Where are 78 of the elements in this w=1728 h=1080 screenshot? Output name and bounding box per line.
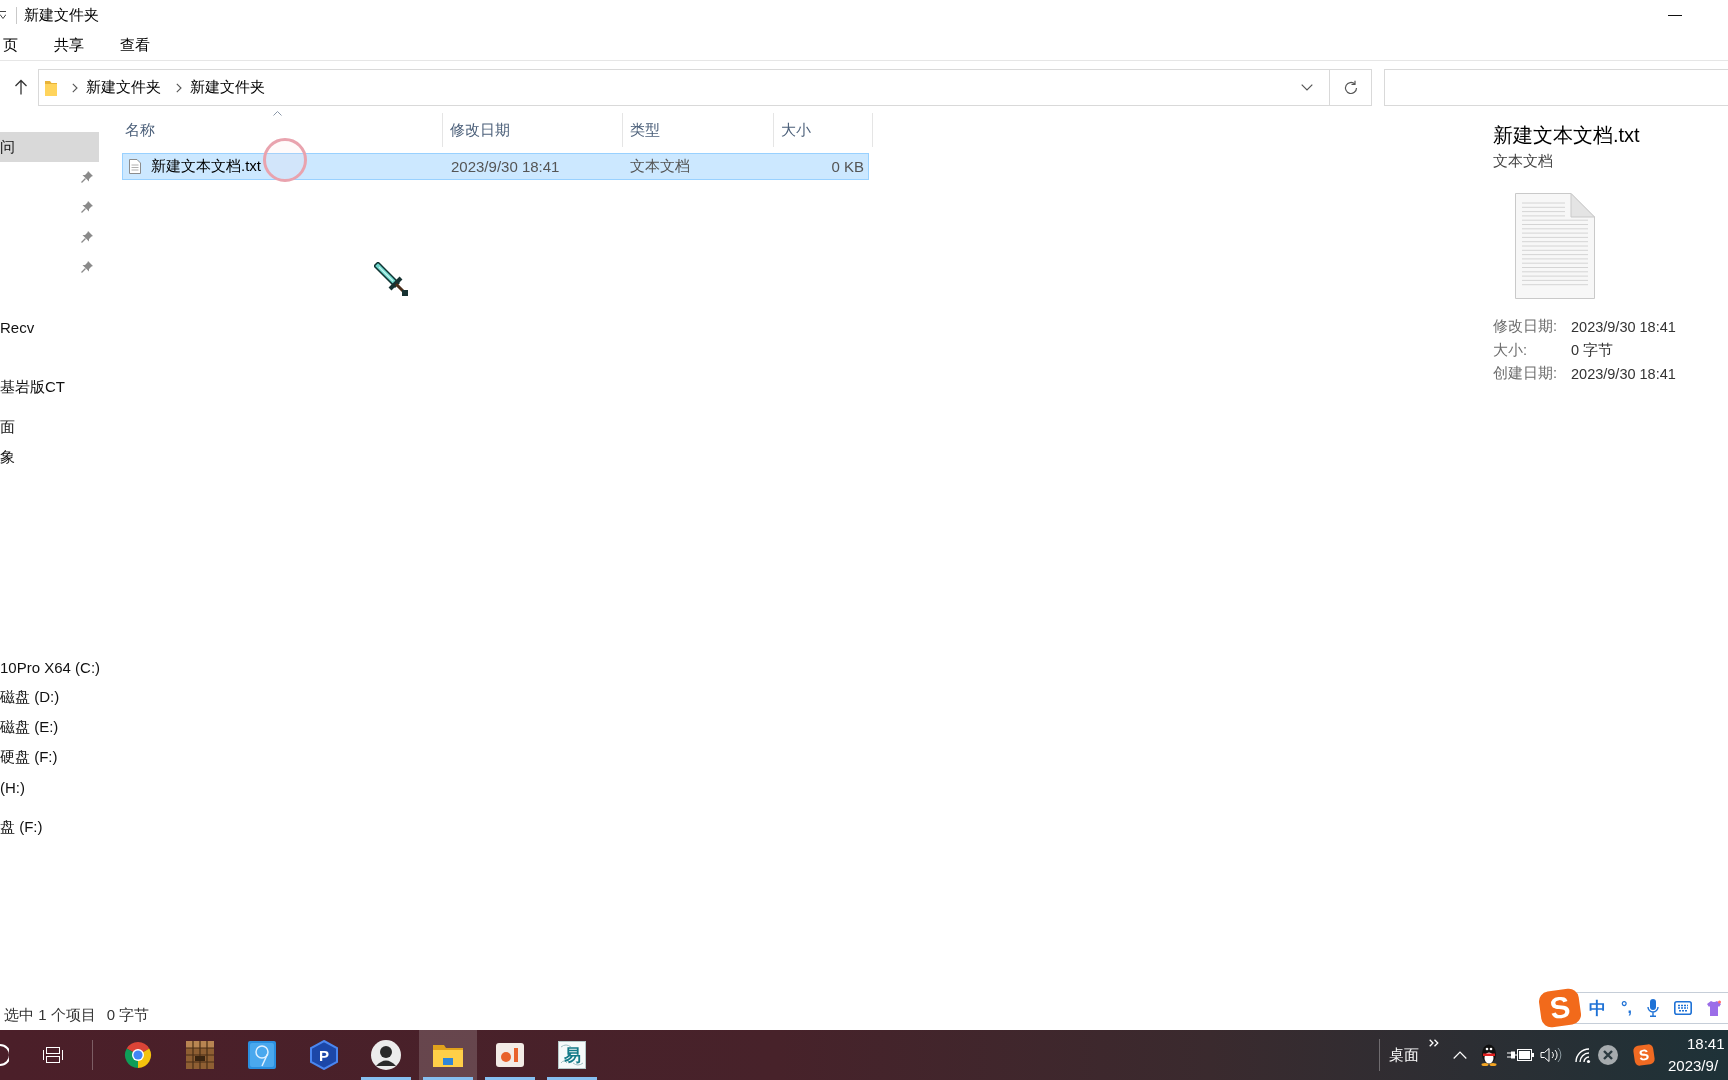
breadcrumb[interactable]: 新建文件夹 [190,78,265,97]
taskbar-button[interactable]: 易 [543,1030,601,1080]
ribbon-tab[interactable]: 共享 [54,30,84,60]
nav-item[interactable]: 磁盘 (D:) [0,682,99,712]
wooden-block-icon [186,1041,214,1069]
nav-item[interactable]: (H:) [0,772,99,802]
ribbon-tab[interactable]: 页 [3,30,18,60]
wifi-icon[interactable] [1572,1046,1591,1064]
ime-mode-button[interactable]: 中 [1589,996,1606,1020]
ime-punctuation-button[interactable]: °, [1621,999,1632,1017]
presentation-icon [496,1043,524,1067]
document-icon [1515,193,1595,299]
breadcrumb[interactable]: 新建文件夹 [86,78,161,97]
shirt-icon[interactable] [1706,1000,1721,1016]
pattern-tile-icon [558,1041,586,1069]
task-view-icon [43,1047,63,1063]
column-header[interactable]: 修改日期 [443,113,623,147]
detail-label: 大小: [1493,340,1529,360]
table-cell-text: 2023/9/30 18:41 [450,158,561,175]
ring-icon[interactable] [0,1044,9,1066]
table-cell-text: 0 KB [830,158,865,175]
double-chevron-icon[interactable] [1429,1039,1439,1047]
detail-value: 2023/9/30 18:41 [1571,318,1676,335]
preview-subtitle: 文本文档 [1493,152,1554,170]
detail-value: 2023/9/30 18:41 [1571,365,1676,382]
chevron-up-icon[interactable] [1453,1051,1467,1059]
folder-icon [433,1043,463,1067]
nav-item[interactable]: 磁盘 (E:) [0,712,99,742]
column-header[interactable]: 类型 [623,113,774,147]
taskbar-button[interactable]: P [295,1030,353,1080]
dropdown-icon[interactable] [0,10,6,20]
table-cell-text: 文本文档 [629,157,691,176]
penguin-icon[interactable] [1480,1044,1498,1066]
nav-item[interactable]: 问 [0,132,99,162]
microphone-icon[interactable] [1646,999,1659,1017]
nav-item[interactable]: 10Pro X64 (C:) [0,652,99,682]
search-field[interactable] [1384,69,1728,106]
keyboard-icon[interactable] [1673,1001,1692,1015]
clock[interactable]: 18:41 2023/9/ [1668,1030,1728,1080]
column-header[interactable]: 大小 [774,113,873,147]
detail-value: 0 字节 [1571,340,1614,360]
app-tile-icon [248,1041,276,1069]
refresh-button[interactable] [1330,69,1372,106]
file-name: 新建文本文档.txt [151,157,261,176]
window-title: 新建文件夹 [24,5,99,25]
status-text: 选中 1 个项目 [4,1005,96,1025]
minimize-icon[interactable] [1668,14,1682,16]
column-header[interactable]: 名称 [118,113,443,147]
avatar-icon [371,1040,401,1070]
address-bar[interactable]: 新建文件夹 新建文件夹 [38,69,1330,106]
text-file-icon [129,159,141,174]
browser-icon [124,1041,152,1069]
folder-icon [45,79,57,96]
ribbon-tab[interactable]: 查看 [120,30,150,60]
file-row[interactable]: 新建文本文档.txt 2023/9/30 18:41 文本文档 0 KB [122,153,869,180]
chevron-right-icon[interactable] [72,82,78,93]
nav-item[interactable]: 面 [0,412,99,442]
refresh-icon [1342,79,1359,96]
nav-item[interactable]: 硬盘 (F:) [0,742,99,772]
up-arrow-icon[interactable] [14,79,28,95]
detail-label: 创建日期: [1493,364,1559,384]
detail-label: 修改日期: [1493,317,1559,337]
nav-item[interactable]: 盘 (F:) [0,812,99,842]
preview-title: 新建文本文档.txt [1493,123,1641,148]
battery-icon[interactable] [1507,1048,1535,1062]
chevron-right-icon[interactable] [176,82,182,93]
sword-icon [374,262,408,296]
hexagon-icon [310,1040,338,1070]
taskbar-button[interactable] [419,1030,477,1080]
nav-item[interactable]: Recv [0,312,99,342]
status-text: 0 字节 [106,1005,150,1025]
close-circle-icon[interactable] [1598,1045,1618,1065]
click-ring-icon [262,137,308,183]
toolbar-label[interactable]: 桌面 [1389,1045,1419,1065]
nav-item[interactable]: 象 [0,442,99,472]
nav-item[interactable]: 基岩版CT [0,372,99,402]
chevron-down-icon[interactable] [1301,84,1313,91]
speaker-icon[interactable] [1540,1047,1562,1063]
